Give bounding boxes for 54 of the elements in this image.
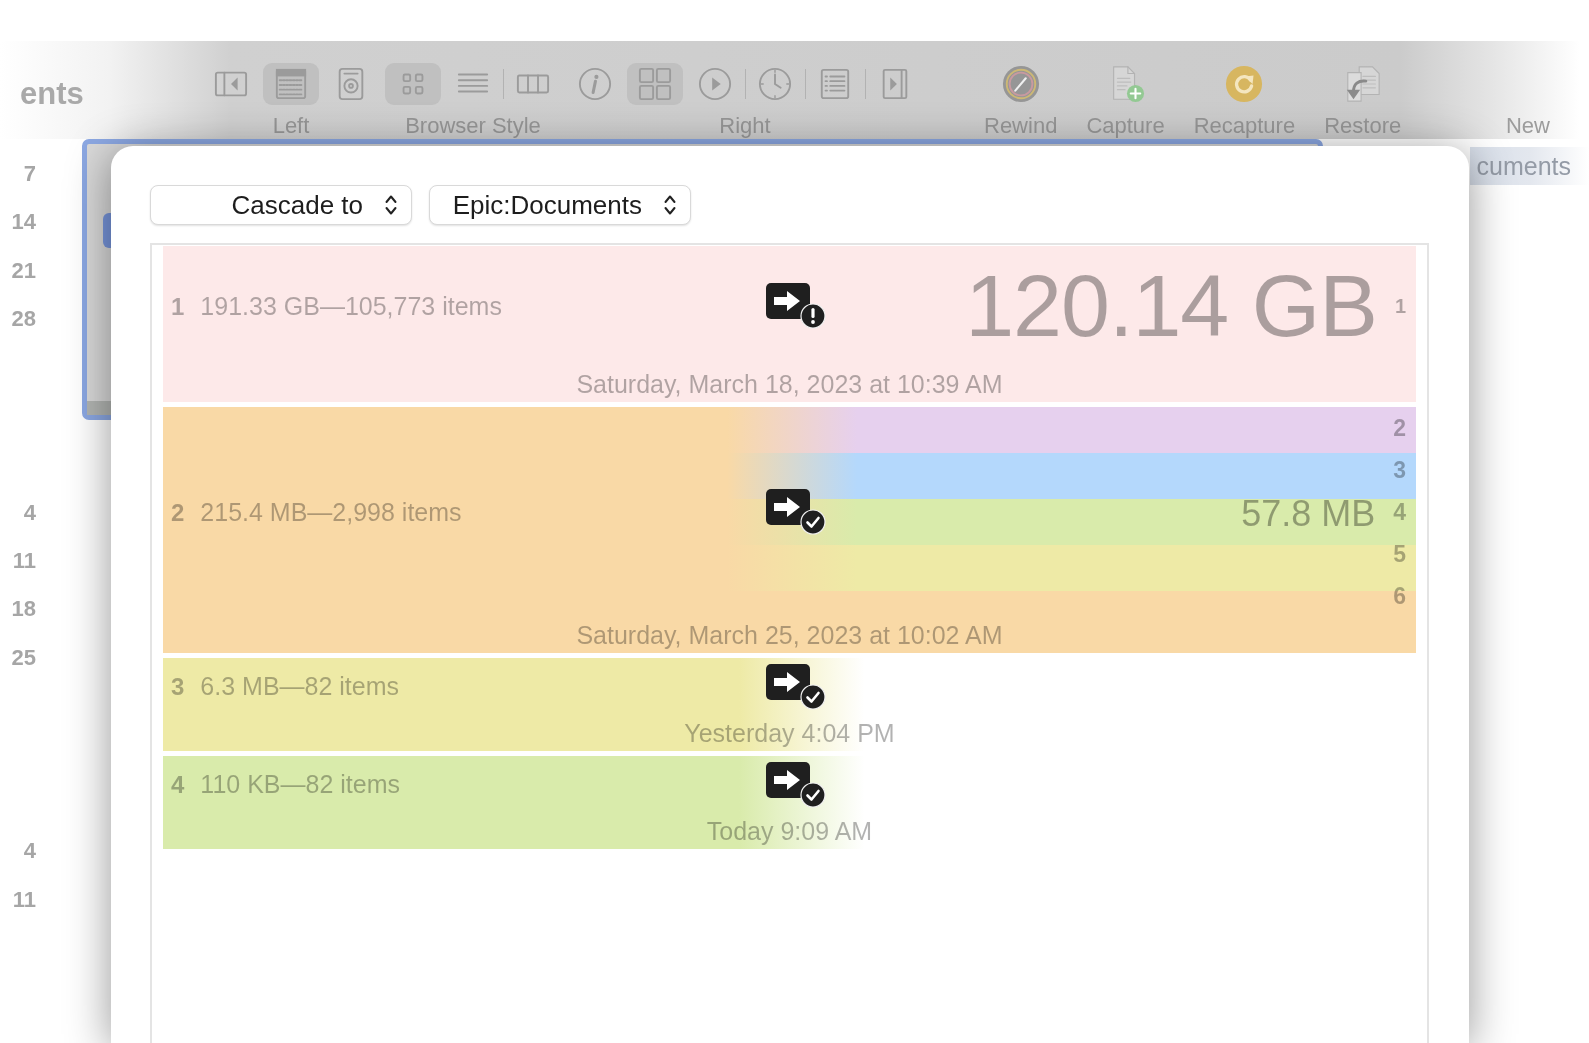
snapshot-summary: 6.3 MB—82 items (200, 672, 400, 701)
chevron-up-down-icon (664, 194, 676, 216)
snapshot-row[interactable]: 2 215.4 MB—2,998 items 57.8 MB 2 3 4 5 6 Saturday, March 25, 2023 at 10:02 AM (163, 407, 1416, 653)
snapshot-number: 6 (1393, 582, 1406, 611)
grid-icon[interactable] (638, 67, 672, 101)
chevron-up-down-icon (385, 194, 397, 216)
snapshot-summary: 110 KB—82 items (200, 770, 400, 799)
info-icon[interactable] (578, 67, 612, 101)
changed-size: 57.8 MB (1241, 494, 1376, 534)
toolbar-button[interactable] (263, 63, 319, 105)
calendar-day: 4 (23, 488, 36, 537)
refresh-icon[interactable] (1225, 65, 1264, 103)
calendar-day: 25 (11, 633, 36, 683)
snapshot-date: Saturday, March 25, 2023 at 10:02 AM (575, 620, 1004, 651)
total-size: 120.14 GB (965, 255, 1377, 357)
snapshot-date: Yesterday 4:04 PM (683, 718, 896, 749)
calendar-day: 11 (12, 536, 36, 586)
snapshot-date: Saturday, March 18, 2023 at 10:39 AM (575, 369, 1004, 400)
toolbar-group-label: Left (272, 113, 310, 139)
snapshot-number: 4 (1393, 498, 1406, 527)
popup-button[interactable]: Epic:Documents (429, 185, 691, 225)
snapshot-number: 3 (1393, 456, 1406, 485)
snapshot-number: 5 (1393, 540, 1406, 569)
snapshot-number: 1 (1394, 294, 1406, 318)
calendar-day: 11 (12, 875, 36, 924)
calendar-day: 7 (23, 150, 36, 199)
snapshot-number: 1 (171, 292, 185, 321)
snapshot-number: 3 (171, 673, 185, 701)
play-icon[interactable] (698, 67, 732, 101)
snapshot-date: Today 9:09 AM (705, 816, 874, 847)
window-title: ents (20, 76, 84, 112)
calendar-day: 21 (11, 246, 36, 296)
popup-button[interactable]: Cascade to (150, 185, 412, 225)
calendar-day: 28 (11, 295, 36, 344)
snapshot-number: 2 (171, 498, 185, 527)
snapshot-number: 4 (171, 771, 185, 799)
snapshot-summary: 215.4 MB—2,998 items (200, 497, 462, 527)
calendar-day: 18 (11, 585, 36, 634)
selection-highlight (103, 213, 111, 248)
toolbar-group-label: Browser Style (405, 113, 541, 139)
snapshot-summary: 191.33 GB—105,773 items (200, 291, 502, 321)
toolbar-button[interactable]: New (1506, 63, 1550, 139)
calendar-icon[interactable] (274, 67, 308, 101)
snapshot-row[interactable]: 1 191.33 GB—105,773 items 120.14 GB 1 Saturday, March 18, 2023 at 10:39 AM (163, 246, 1416, 402)
snapshot-number: 2 (1393, 414, 1406, 443)
footer-bar (87, 401, 112, 415)
toolbar-button[interactable] (627, 63, 683, 105)
clock-icon[interactable] (758, 67, 792, 101)
path-text: cuments (1476, 151, 1571, 181)
toolbar-button[interactable] (385, 63, 441, 105)
list-icon[interactable] (818, 67, 852, 101)
calendar-day: 14 (11, 198, 36, 247)
calendar-day: 4 (23, 827, 36, 876)
gauge-icon[interactable] (1001, 65, 1040, 103)
